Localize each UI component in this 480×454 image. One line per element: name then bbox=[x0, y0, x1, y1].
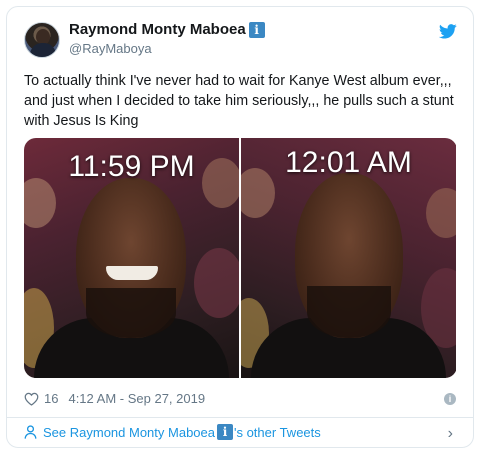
author-handle[interactable]: @RayMaboya bbox=[69, 41, 152, 56]
media-caption-left: 11:59 PM bbox=[68, 150, 195, 183]
footer-link-prefix[interactable]: See Raymond Monty Maboea bbox=[43, 425, 215, 440]
embedded-tweet-card[interactable]: Raymond Monty Maboea i @RayMaboya To act… bbox=[6, 6, 474, 448]
author-name[interactable]: Raymond Monty Maboea bbox=[69, 21, 246, 38]
avatar[interactable] bbox=[24, 22, 60, 58]
divider bbox=[7, 417, 473, 418]
footer-link-suffix[interactable]: 's other Tweets bbox=[234, 425, 321, 440]
like-count[interactable]: 16 bbox=[44, 391, 58, 406]
info-emoji-icon: i bbox=[216, 424, 233, 440]
see-other-tweets-link[interactable]: See Raymond Monty Maboea i 's other Twee… bbox=[24, 424, 321, 440]
smile-shape bbox=[106, 266, 158, 280]
person-icon bbox=[24, 425, 37, 439]
media-image-right[interactable]: 12:01 AM bbox=[241, 138, 456, 378]
info-emoji-icon: i bbox=[248, 21, 265, 38]
twitter-bird-icon[interactable] bbox=[439, 24, 457, 39]
chevron-right-icon[interactable]: › bbox=[448, 425, 453, 443]
tweet-meta: 16 4:12 AM - Sep 27, 2019 bbox=[24, 391, 205, 406]
heart-icon[interactable] bbox=[24, 392, 39, 406]
tweet-media[interactable]: 11:59 PM 12:01 AM bbox=[24, 138, 457, 378]
tweet-timestamp[interactable]: 4:12 AM - Sep 27, 2019 bbox=[68, 391, 205, 406]
author-name-row[interactable]: Raymond Monty Maboea i bbox=[69, 21, 265, 38]
info-icon[interactable]: i bbox=[444, 393, 456, 405]
tweet-text: To actually think I've never had to wait… bbox=[24, 73, 454, 129]
media-image-left[interactable]: 11:59 PM bbox=[24, 138, 239, 378]
media-caption-right: 12:01 AM bbox=[285, 146, 412, 179]
